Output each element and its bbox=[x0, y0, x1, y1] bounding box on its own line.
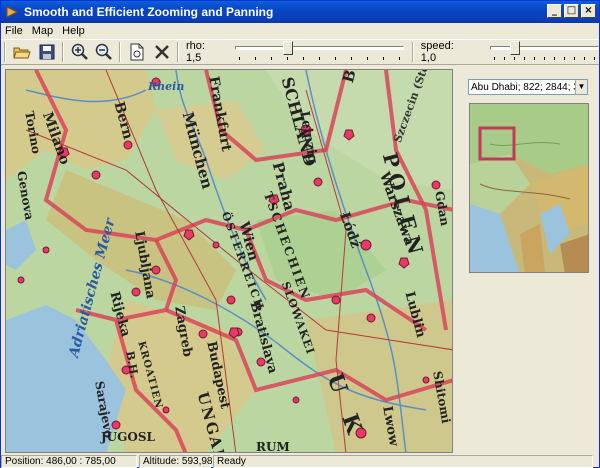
overview-map-image bbox=[470, 104, 588, 272]
map-label: JUGOSL bbox=[101, 430, 155, 444]
menu-help[interactable]: Help bbox=[62, 25, 85, 37]
speed-label: speed: 1,0 bbox=[420, 40, 454, 64]
zoom-in-icon bbox=[71, 43, 88, 60]
toolbar-separator bbox=[61, 42, 64, 62]
status-bar: Position: 486,00 : 785,00 Altitude: 593,… bbox=[1, 454, 599, 468]
menu-map[interactable]: Map bbox=[32, 25, 53, 37]
save-button[interactable] bbox=[35, 41, 59, 63]
toolbar-separator bbox=[119, 42, 122, 62]
map-label: RUM bbox=[256, 440, 290, 453]
delete-x-icon bbox=[155, 45, 169, 59]
toolbar-separator bbox=[411, 42, 414, 62]
window-title: Smooth and Efficient Zooming and Panning bbox=[24, 5, 274, 19]
toolbar-separator bbox=[4, 42, 6, 62]
save-disk-icon bbox=[39, 44, 55, 60]
toolbar: rho: 1,5 speed: 1,0 bbox=[1, 39, 599, 65]
rho-slider-thumb[interactable] bbox=[283, 41, 294, 55]
zoom-in-button[interactable] bbox=[68, 41, 92, 63]
status-position: Position: 486,00 : 785,00 bbox=[1, 454, 137, 468]
open-button[interactable] bbox=[10, 41, 34, 63]
menu-file[interactable]: File bbox=[5, 25, 23, 37]
zoom-out-icon bbox=[96, 43, 113, 60]
status-state: Ready bbox=[213, 454, 593, 468]
app-window: Smooth and Efficient Zooming and Panning… bbox=[0, 0, 600, 468]
speed-slider[interactable] bbox=[489, 41, 599, 63]
open-folder-icon bbox=[13, 47, 31, 59]
delete-button[interactable] bbox=[150, 41, 174, 63]
title-bar[interactable]: Smooth and Efficient Zooming and Panning… bbox=[1, 1, 599, 23]
location-combo-value: Abu Dhabi; 822; 2844; 305; bbox=[471, 81, 575, 93]
speed-slider-ticks bbox=[493, 57, 595, 61]
document-icon bbox=[130, 43, 144, 61]
overview-map[interactable] bbox=[469, 103, 589, 273]
map-label: Rhein bbox=[148, 80, 185, 93]
maximize-button[interactable]: □ bbox=[564, 4, 579, 18]
rho-slider-track bbox=[235, 46, 404, 50]
rho-label: rho: 1,5 bbox=[185, 40, 205, 64]
speed-slider-track bbox=[489, 46, 599, 50]
speed-slider-thumb[interactable] bbox=[509, 41, 520, 55]
rho-slider-ticks bbox=[239, 57, 400, 61]
chevron-down-icon[interactable]: ▼ bbox=[575, 80, 587, 94]
map-view[interactable]: Berlin Szczecin (Stettin) Rhein Milano B… bbox=[5, 69, 453, 453]
location-combo[interactable]: Abu Dhabi; 822; 2844; 305; ▼ bbox=[468, 79, 588, 95]
rho-slider[interactable] bbox=[235, 41, 404, 63]
menu-bar: File Map Help bbox=[1, 23, 599, 39]
overview-panel: Abu Dhabi; 822; 2844; 305; ▼ bbox=[457, 69, 597, 453]
toolbar-separator bbox=[176, 42, 179, 62]
app-icon bbox=[5, 5, 19, 19]
minimize-button[interactable]: _ bbox=[547, 4, 562, 18]
properties-button[interactable] bbox=[125, 41, 149, 63]
zoom-out-button[interactable] bbox=[92, 41, 116, 63]
status-altitude: Altitude: 593,98 bbox=[139, 454, 213, 468]
close-button[interactable]: × bbox=[581, 4, 596, 18]
